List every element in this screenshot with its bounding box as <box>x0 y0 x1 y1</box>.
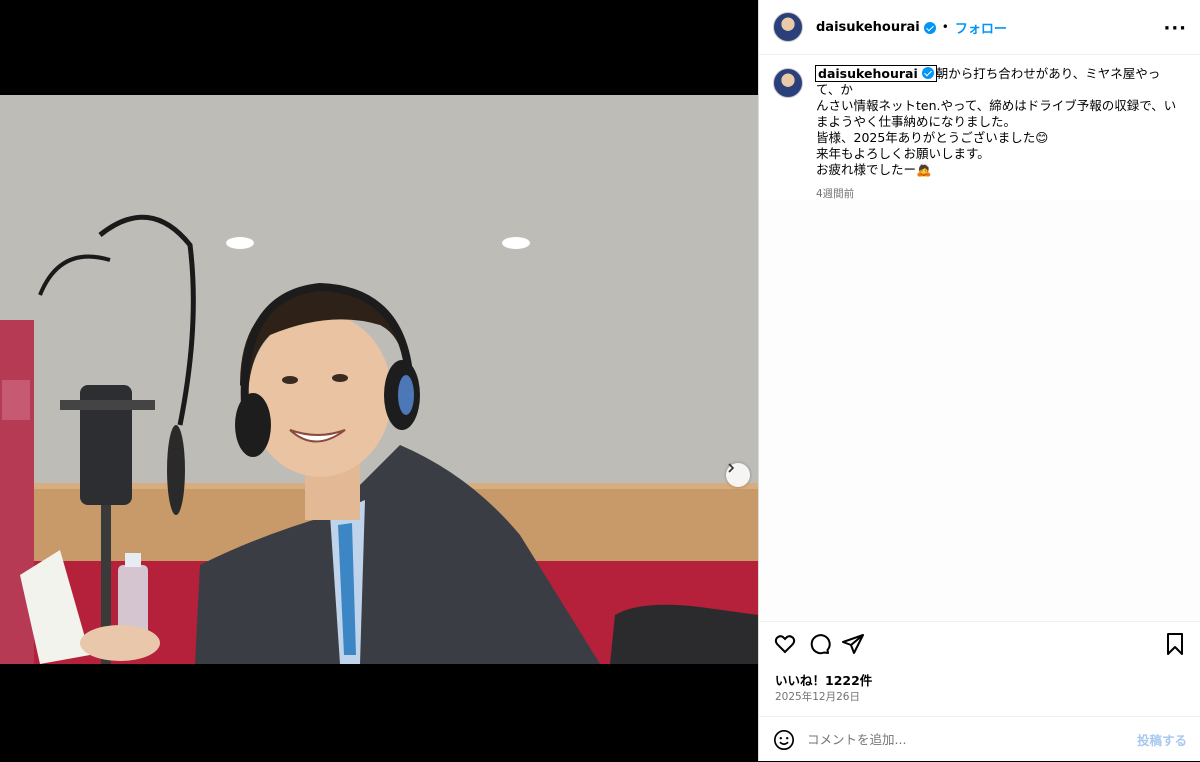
caption-avatar[interactable] <box>773 68 803 98</box>
photo-illustration <box>0 95 758 664</box>
post-side-panel: daisukehourai • フォロー ··· daisukehourai 朝か… <box>758 0 1200 761</box>
post-header: daisukehourai • フォロー ··· <box>759 0 1200 55</box>
caption-line-5: 来年もよろしくお願いします。 <box>816 146 990 161</box>
more-options-icon[interactable]: ··· <box>1163 18 1187 39</box>
verified-badge-icon <box>923 22 936 34</box>
caption-username-text: daisukehourai <box>818 66 918 81</box>
caption-line-4: 皆様、2025年ありがとうございました😊 <box>816 130 1049 145</box>
caption-line-6: お疲れ様でしたー🙇 <box>816 162 932 177</box>
post-comment-button[interactable]: 投稿する <box>1137 730 1187 749</box>
like-count[interactable]: いいね！1222件 <box>775 670 872 689</box>
comment-bar: 投稿する <box>759 716 1200 762</box>
instagram-post-viewer: daisukehourai • フォロー ··· daisukehourai 朝か… <box>0 0 1200 761</box>
emoji-icon[interactable] <box>773 729 795 751</box>
caption: daisukehourai 朝から打ち合わせがあり、ミヤネ屋やって、か んさい情報… <box>773 65 1193 202</box>
caption-line-3: まようやく仕事納めになりました。 <box>816 114 1017 129</box>
caption-username[interactable]: daisukehourai <box>815 65 937 82</box>
share-icon[interactable] <box>841 632 865 656</box>
caption-line-2: んさい情報ネットten.やって、締めはドライブ予報の収録で、い <box>816 98 1177 113</box>
caption-line-1: daisukehourai 朝から打ち合わせがあり、ミヤネ屋やって、か <box>815 65 1181 98</box>
post-date: 2025年12月26日 <box>775 691 860 703</box>
media-panel <box>0 0 758 761</box>
comments-area <box>759 200 1200 620</box>
header-username[interactable]: daisukehourai <box>816 20 920 35</box>
comment-icon[interactable] <box>807 632 831 656</box>
post-photo[interactable] <box>0 95 758 664</box>
heart-icon[interactable] <box>773 632 797 656</box>
next-arrow-icon <box>728 463 735 473</box>
follow-button[interactable]: フォロー <box>955 18 1007 37</box>
comment-input[interactable] <box>807 732 1137 747</box>
caption-verified-badge-icon <box>921 67 934 79</box>
next-slide-button[interactable] <box>726 463 750 487</box>
action-row <box>773 632 1187 658</box>
bookmark-icon[interactable] <box>1163 632 1187 656</box>
post-actions: いいね！1222件 2025年12月26日 投稿する <box>759 621 1200 761</box>
caption-body: daisukehourai 朝から打ち合わせがあり、ミヤネ屋やって、か んさい情報… <box>815 65 1181 202</box>
avatar[interactable] <box>773 12 803 42</box>
header-separator: • <box>941 20 949 34</box>
